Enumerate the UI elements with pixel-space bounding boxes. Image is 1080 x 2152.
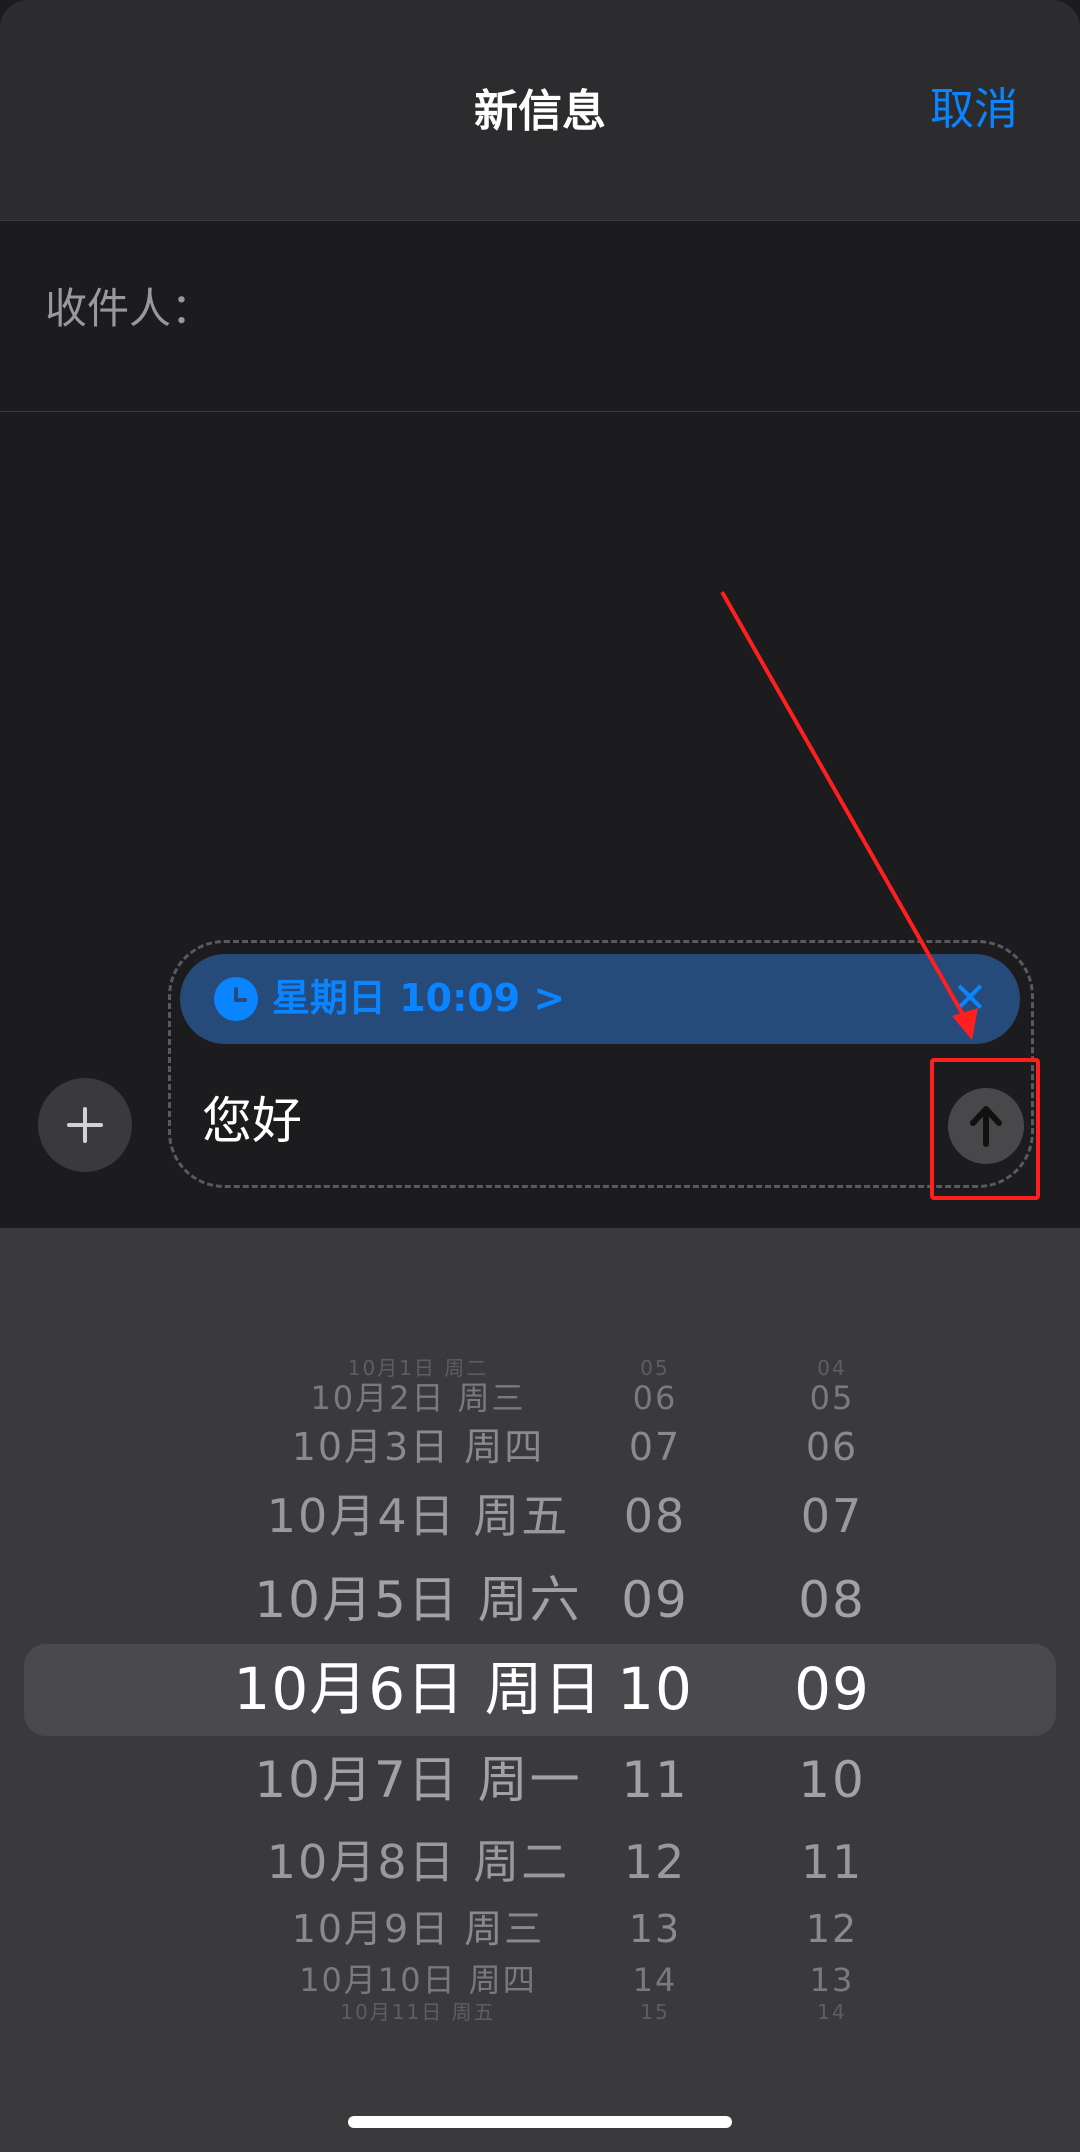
scheduled-send-pill[interactable]: 星期日 10:09 > ✕ <box>180 954 1020 1044</box>
picker-row[interactable]: 10月11日 周五 15 14 <box>0 1998 1080 2026</box>
picker-hour-value: 13 <box>628 1907 682 1952</box>
picker-date-value: 10月4日 周五 <box>266 1488 570 1543</box>
picker-row[interactable]: 10月4日 周五 08 07 <box>0 1484 1080 1548</box>
annotation-highlight-box <box>930 1058 1040 1200</box>
cancel-button[interactable]: 取消 <box>930 80 1018 140</box>
add-attachment-button[interactable] <box>38 1078 132 1172</box>
remove-schedule-button[interactable]: ✕ <box>942 968 998 1028</box>
picker-hour-value: 15 <box>640 2000 670 2024</box>
picker-row[interactable]: 10月7日 周一 11 10 <box>0 1745 1080 1815</box>
picker-date-value: 10月9日 周三 <box>291 1907 545 1952</box>
picker-minute-value: 05 <box>809 1378 855 1417</box>
picker-minute-value: 10 <box>798 1751 866 1809</box>
picker-hour-value: 10 <box>617 1655 693 1724</box>
navigation-bar: 新信息 取消 <box>0 0 1080 221</box>
picker-minute-value: 08 <box>798 1571 866 1629</box>
picker-date-value: 10月7日 周一 <box>254 1751 582 1809</box>
picker-date-value: 10月10日 周四 <box>299 1960 537 1999</box>
clock-icon <box>214 977 258 1021</box>
picker-minute-value: 11 <box>800 1834 864 1889</box>
picker-hour-value: 08 <box>623 1488 687 1543</box>
scheduled-time-label: 星期日 10:09 > <box>272 976 566 1020</box>
picker-row[interactable]: 10月3日 周四 07 06 <box>0 1421 1080 1474</box>
picker-date-value: 10月2日 周三 <box>310 1378 526 1417</box>
picker-row[interactable]: 10月5日 周六 09 08 <box>0 1565 1080 1635</box>
picker-row[interactable]: 10月2日 周三 06 05 <box>0 1376 1080 1421</box>
picker-row[interactable]: 10月9日 周三 13 12 <box>0 1903 1080 1956</box>
home-indicator <box>348 2116 732 2128</box>
picker-minute-value: 13 <box>809 1960 855 1999</box>
picker-minute-value: 14 <box>817 2000 847 2024</box>
picker-date-value: 10月11日 周五 <box>340 2000 496 2024</box>
picker-minute-value: 07 <box>800 1488 864 1543</box>
picker-date-value: 10月8日 周二 <box>266 1834 570 1889</box>
picker-hour-value: 12 <box>623 1834 687 1889</box>
message-input[interactable]: 您好 <box>202 1086 302 1156</box>
page-title: 新信息 <box>474 86 606 137</box>
compose-sheet: 新信息 取消 收件人： 星期日 10:09 > ✕ 您好 <box>0 0 1080 1228</box>
picker-date-value: 10月6日 周日 <box>233 1655 603 1724</box>
picker-hour-value: 11 <box>621 1751 689 1809</box>
picker-minute-value: 09 <box>794 1655 870 1724</box>
picker-row[interactable]: 10月8日 周二 12 11 <box>0 1830 1080 1894</box>
picker-date-value: 10月3日 周四 <box>291 1425 545 1470</box>
recipient-label: 收件人： <box>45 284 214 333</box>
picker-minute-value: 06 <box>805 1425 859 1470</box>
picker-minute-value: 12 <box>805 1907 859 1952</box>
picker-row[interactable]: 10月6日 周日 10 09 <box>0 1649 1080 1730</box>
picker-hour-value: 14 <box>632 1960 678 1999</box>
picker-date-value: 10月5日 周六 <box>254 1571 582 1629</box>
picker-hour-value: 06 <box>632 1378 678 1417</box>
picker-hour-value: 07 <box>628 1425 682 1470</box>
picker-hour-value: 09 <box>621 1571 689 1629</box>
recipient-field[interactable]: 收件人： <box>0 221 1080 412</box>
picker-row[interactable]: 10月10日 周四 14 13 <box>0 1958 1080 2003</box>
